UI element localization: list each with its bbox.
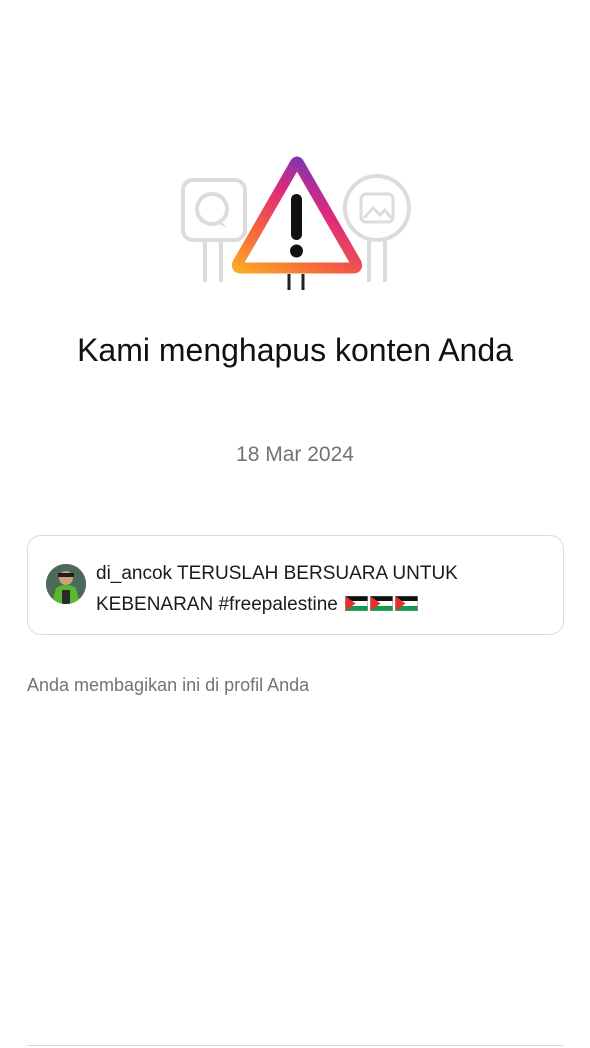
shared-on-profile-note: Anda membagikan ini di profil Anda	[27, 675, 310, 695]
removed-content-illustration	[175, 150, 420, 300]
content-removed-screen: Kami menghapus konten Anda 18 Mar 2024 d…	[0, 0, 590, 1048]
removal-date: 18 Mar 2024	[236, 443, 354, 466]
palestine-flag-icon	[370, 596, 394, 611]
removed-post-card[interactable]: di_ancok TERUSLAH BERSUARA UNTUK KEBENAR…	[27, 535, 564, 635]
bottom-divider	[27, 1045, 564, 1046]
warning-triangle-icon	[231, 156, 363, 290]
page-title: Kami menghapus konten Anda	[77, 332, 513, 368]
flag-emojis	[343, 594, 419, 615]
avatar	[46, 564, 86, 604]
palestine-flag-icon	[395, 596, 419, 611]
post-username: di_ancok	[96, 563, 173, 584]
post-caption: di_ancok TERUSLAH BERSUARA UNTUK KEBENAR…	[96, 558, 551, 620]
palestine-flag-icon	[345, 596, 369, 611]
